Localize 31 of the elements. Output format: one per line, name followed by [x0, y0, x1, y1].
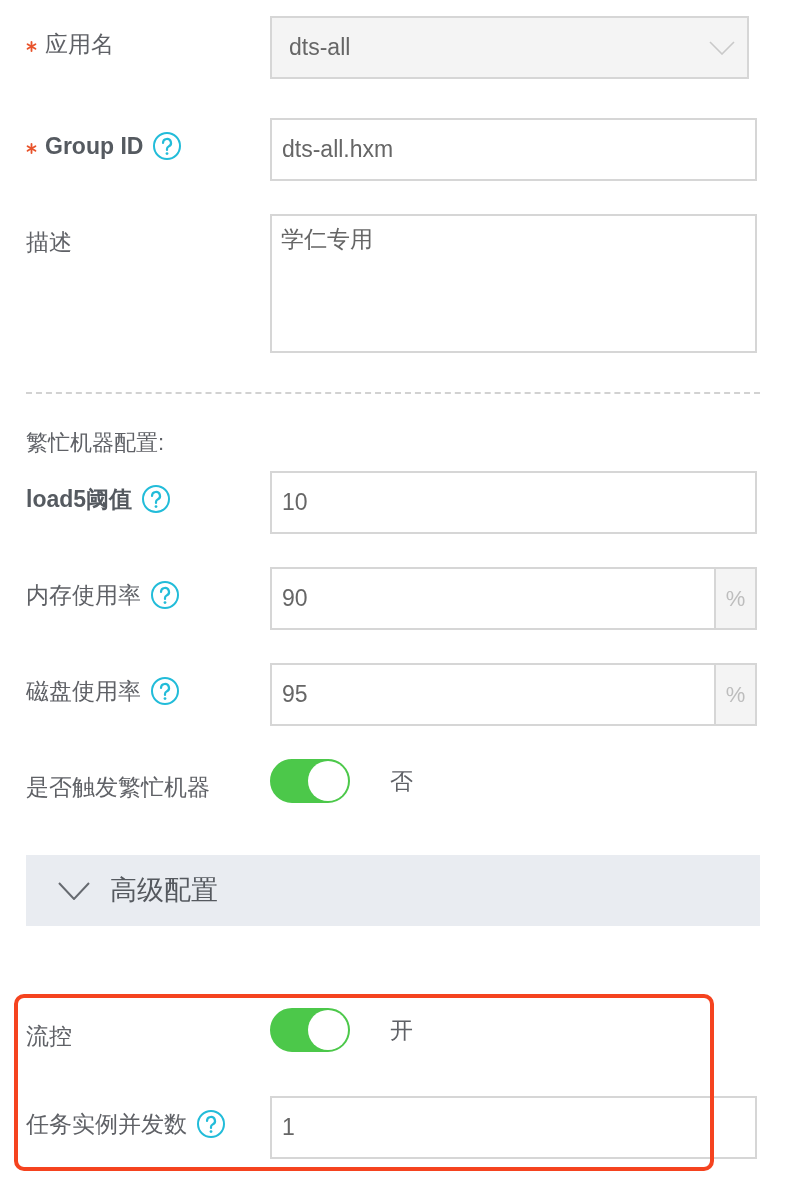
field-label: 描述 — [26, 228, 72, 256]
collapse-header[interactable]: 高级配置 — [26, 855, 760, 926]
field-label: 流控 — [26, 1022, 72, 1050]
toggle-switch[interactable] — [270, 759, 350, 803]
unit-label: % — [716, 663, 757, 726]
toggle-state-text: 否 — [390, 767, 413, 795]
help-icon[interactable] — [153, 132, 182, 160]
select-field[interactable]: dts-all — [270, 16, 749, 79]
section-heading: 繁忙机器配置: — [26, 429, 165, 457]
text-input[interactable]: dts-all.hxm — [270, 118, 757, 181]
field-label: 是否触发繁忙机器 — [26, 773, 210, 801]
text-input[interactable]: 95 — [270, 663, 716, 726]
field-label: 任务实例并发数 — [26, 1110, 187, 1138]
text-input[interactable]: 90 — [270, 567, 716, 630]
unit-label: % — [716, 567, 757, 630]
help-icon[interactable] — [151, 677, 179, 705]
chevron-down-icon — [709, 40, 735, 55]
toggle-switch[interactable] — [270, 1008, 350, 1052]
textarea-field[interactable]: 学仁专用 — [270, 214, 757, 353]
toggle-state-text: 开 — [390, 1016, 413, 1044]
text-input[interactable]: 1 — [270, 1096, 757, 1159]
chevron-down-icon — [58, 881, 90, 900]
field-label: 应用名 — [45, 30, 114, 58]
help-icon[interactable] — [151, 581, 179, 609]
field-label: 内存使用率 — [26, 581, 141, 609]
field-label: load5阈值 — [26, 485, 133, 513]
help-icon[interactable] — [142, 485, 171, 513]
help-icon[interactable] — [197, 1110, 225, 1138]
text-input[interactable]: 10 — [270, 471, 757, 534]
field-label: Group ID — [45, 132, 144, 160]
field-label: 磁盘使用率 — [26, 677, 141, 705]
